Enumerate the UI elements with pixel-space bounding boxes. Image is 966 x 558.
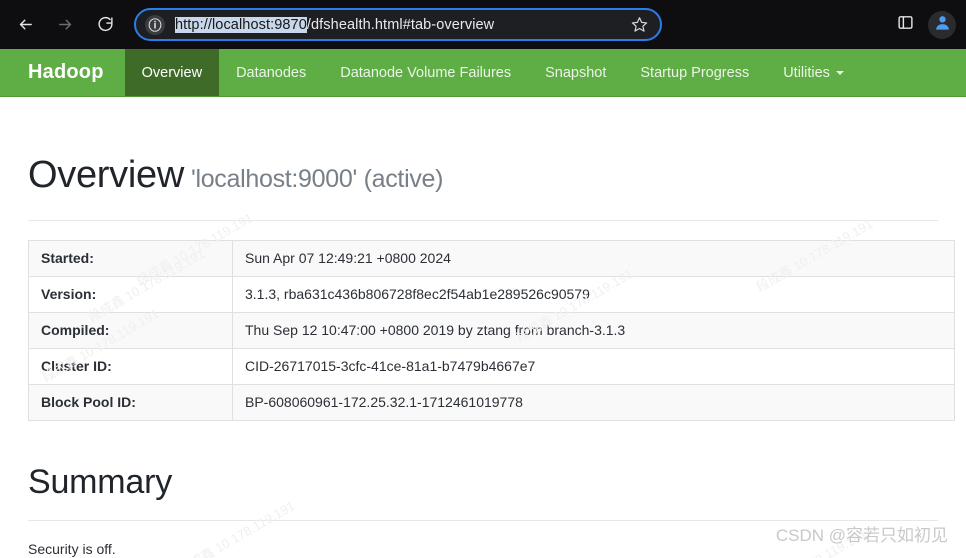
address-bar[interactable]: ⓘ http://localhost:9870/dfshealth.html#t… (134, 8, 662, 41)
reload-icon (97, 16, 114, 33)
row-label-block-pool-id: Block Pool ID: (28, 383, 233, 421)
url-selected-text: http://localhost:9870 (175, 16, 307, 33)
row-value-block-pool-id: BP-608060961-172.25.32.1-1712461019778 (232, 383, 955, 421)
row-value-cluster-id: CID-26717015-3cfc-41ce-81a1-b7479b4667e7 (232, 347, 955, 385)
page-body: 段成鑫 10.178.119.191 段成鑫 10.178.119.191 段成… (0, 97, 966, 558)
nav-item-datanodes-label: Datanodes (236, 64, 307, 81)
page-content: Overview'localhost:9000' (active) Starte… (0, 154, 966, 557)
overview-info-table: Started: Sun Apr 07 12:49:21 +0800 2024 … (28, 239, 955, 421)
table-row: Compiled: Thu Sep 12 10:47:00 +0800 2019… (28, 311, 955, 349)
nav-item-datanode-volume-failures-label: Datanode Volume Failures (340, 64, 512, 81)
site-info-icon[interactable]: ⓘ (145, 14, 165, 35)
bookmark-star-icon[interactable] (626, 12, 652, 38)
table-row: Version: 3.1.3, rba631c436b806728f8ec2f5… (28, 275, 955, 313)
csdn-watermark: CSDN @容若只如初见 (775, 526, 948, 545)
chevron-down-icon (835, 70, 844, 75)
side-panel-button[interactable] (892, 12, 918, 38)
page-title: Overview'localhost:9000' (active) (28, 154, 938, 197)
page-title-subtitle: 'localhost:9000' (active) (190, 165, 444, 193)
row-value-version: 3.1.3, rba631c436b806728f8ec2f54ab1e2895… (232, 275, 955, 313)
table-row: Block Pool ID: BP-608060961-172.25.32.1-… (28, 383, 955, 421)
nav-item-datanodes[interactable]: Datanodes (219, 49, 323, 96)
table-row: Cluster ID: CID-26717015-3cfc-41ce-81a1-… (28, 347, 955, 385)
nav-item-overview-label: Overview (141, 64, 203, 81)
nav-item-overview[interactable]: Overview (124, 49, 220, 96)
divider (28, 219, 938, 221)
forward-button[interactable] (50, 10, 80, 40)
nav-item-datanode-volume-failures[interactable]: Datanode Volume Failures (323, 49, 528, 96)
browser-toolbar-right (892, 0, 956, 49)
row-label-started: Started: (28, 239, 233, 277)
row-value-started: Sun Apr 07 12:49:21 +0800 2024 (232, 239, 955, 277)
profile-avatar-icon (933, 13, 952, 37)
nav-item-snapshot[interactable]: Snapshot (528, 49, 623, 96)
url-remainder-text: /dfshealth.html#tab-overview (306, 16, 495, 33)
forward-arrow-icon (57, 16, 74, 33)
navbar-brand[interactable]: Hadoop (0, 49, 125, 96)
summary-title: Summary (28, 462, 173, 501)
side-panel-icon (897, 14, 914, 36)
row-label-cluster-id: Cluster ID: (28, 347, 233, 385)
table-row: Started: Sun Apr 07 12:49:21 +0800 2024 (28, 239, 955, 277)
nav-item-startup-progress-label: Startup Progress (640, 64, 750, 81)
nav-item-utilities-label: Utilities (783, 64, 830, 81)
row-value-compiled: Thu Sep 12 10:47:00 +0800 2019 by ztang … (232, 311, 955, 349)
nav-item-utilities[interactable]: Utilities (766, 49, 861, 96)
hadoop-navbar: Hadoop Overview Datanodes Datanode Volum… (0, 49, 966, 97)
back-arrow-icon (17, 16, 34, 33)
reload-button[interactable] (90, 10, 120, 40)
nav-item-snapshot-label: Snapshot (545, 64, 607, 81)
back-button[interactable] (10, 10, 40, 40)
url-text: http://localhost:9870/dfshealth.html#tab… (175, 16, 626, 33)
page-title-text: Overview (28, 154, 184, 196)
row-label-compiled: Compiled: (28, 311, 233, 349)
nav-item-startup-progress[interactable]: Startup Progress (623, 49, 766, 96)
browser-toolbar: ⓘ http://localhost:9870/dfshealth.html#t… (0, 0, 966, 49)
profile-button[interactable] (928, 10, 956, 39)
row-label-version: Version: (28, 275, 233, 313)
